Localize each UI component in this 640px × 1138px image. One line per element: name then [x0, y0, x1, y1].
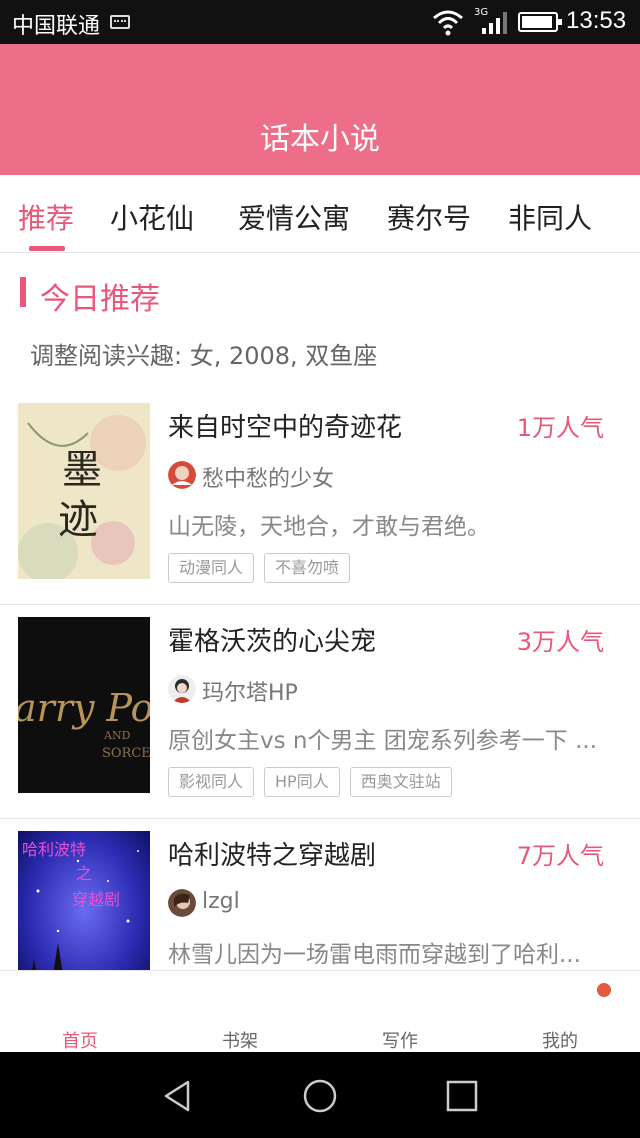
avatar[interactable] [168, 889, 196, 917]
app-header: 话本小说 [0, 44, 640, 175]
book-title: 哈利波特之穿越剧 [168, 841, 377, 871]
page-title: 话本小说 [260, 122, 380, 157]
book-description: 山无陵，天地合，才敢与君绝。 [168, 514, 490, 540]
main-content: 推荐 小花仙 爱情公寓 赛尔号 非同人 今日推荐 调整阅读兴趣: 女, 2008… [0, 175, 640, 1052]
tag[interactable]: 不喜勿喷 [264, 553, 351, 583]
popularity-count: 1万人气 [516, 414, 604, 442]
book-card[interactable]: 墨 迹 来自时空中的奇迹花 1万人气 愁中愁的少女 山无陵，天地合，才敢与君绝。… [0, 391, 640, 605]
bottom-navigation: 首页 书架 写作 我的 [0, 970, 640, 1052]
section-marker [20, 277, 26, 307]
nav-home[interactable]: 首页 [40, 1027, 120, 1053]
cover-title-char: 迹 [58, 497, 98, 543]
tag[interactable]: 动漫同人 [168, 553, 255, 583]
book-card[interactable]: arry Pott AND SORCE 霍格沃茨的心尖宠 3万人气 玛尔塔HP … [0, 605, 640, 819]
cover-title-text: 穿越剧 [72, 890, 120, 909]
cover-title-text: arry Pott [18, 686, 150, 730]
popularity-count: 3万人气 [516, 628, 604, 656]
signal-icon [482, 12, 507, 34]
section-title: 今日推荐 [40, 282, 160, 317]
battery-icon [518, 12, 562, 32]
tab-recommended[interactable]: 推荐 [18, 197, 74, 237]
active-tab-indicator [29, 246, 65, 251]
tab-seer[interactable]: 赛尔号 [387, 197, 471, 237]
nav-me[interactable]: 我的 [520, 1027, 600, 1053]
popularity-count: 7万人气 [516, 842, 604, 870]
avatar[interactable] [168, 675, 196, 703]
cover-title-text: 哈利波特 [22, 840, 86, 859]
tag[interactable]: 西奥文驻站 [349, 767, 452, 797]
cover-title-char: 墨 [62, 447, 102, 493]
tag[interactable]: 影视同人 [168, 767, 255, 797]
reading-interest-link[interactable]: 调整阅读兴趣: 女, 2008, 双鱼座 [30, 336, 377, 371]
nav-write[interactable]: 写作 [360, 1027, 440, 1053]
tab-love-apartment[interactable]: 爱情公寓 [238, 197, 350, 237]
recents-icon[interactable] [444, 1078, 480, 1114]
system-navigation-bar [0, 1052, 640, 1138]
tag-list: 影视同人 HP同人 西奥文驻站 [168, 767, 452, 797]
notification-dot [597, 983, 611, 997]
book-title: 来自时空中的奇迹花 [168, 413, 403, 443]
sim-card-icon [110, 15, 130, 29]
book-title: 霍格沃茨的心尖宠 [168, 627, 377, 657]
author-name[interactable]: lzgl [202, 889, 240, 914]
carrier-name: 中国联通 [12, 14, 101, 39]
clock: 13:53 [566, 7, 627, 34]
cover-title-text: 之 [76, 864, 92, 883]
tab-original[interactable]: 非同人 [508, 197, 592, 237]
wifi-icon [433, 10, 463, 36]
status-bar: 中国联通 3G 13:53 [0, 0, 640, 44]
home-icon[interactable] [302, 1078, 338, 1114]
back-icon[interactable] [160, 1078, 196, 1114]
tag[interactable]: HP同人 [264, 767, 340, 797]
cover-subtitle-text: AND [103, 729, 131, 742]
author-name[interactable]: 愁中愁的少女 [202, 461, 334, 493]
book-description: 原创女主vs n个男主 团宠系列参考一下 ... [168, 728, 598, 754]
cover-subtitle-text: SORCE [102, 746, 150, 761]
nav-bookshelf[interactable]: 书架 [200, 1027, 280, 1053]
avatar[interactable] [168, 461, 196, 489]
tag-list: 动漫同人 不喜勿喷 [168, 553, 351, 583]
tab-xiaohuaxian[interactable]: 小花仙 [110, 197, 194, 237]
author-name[interactable]: 玛尔塔HP [202, 675, 298, 707]
category-tabs: 推荐 小花仙 爱情公寓 赛尔号 非同人 [0, 175, 640, 253]
book-cover: arry Pott AND SORCE [18, 617, 150, 793]
book-description: 林雪儿因为一场雷电雨而穿越到了哈利... [168, 942, 581, 968]
book-cover: 墨 迹 [18, 403, 150, 579]
